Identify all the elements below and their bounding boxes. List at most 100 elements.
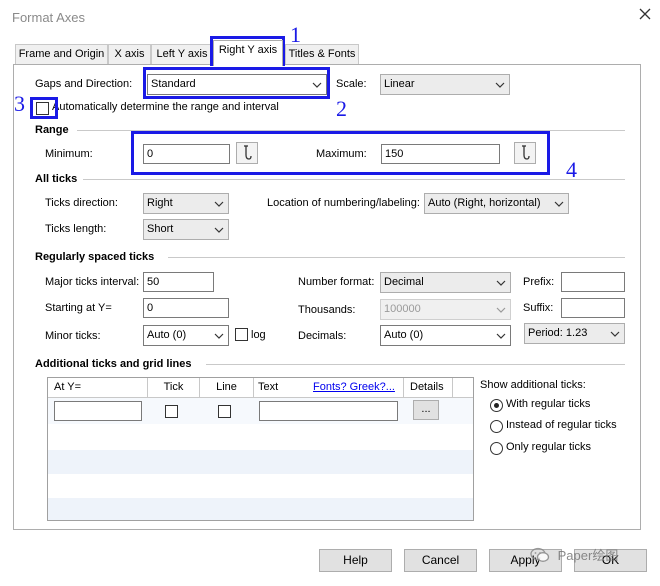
radio-with-regular[interactable]: [490, 399, 503, 412]
suffix-input[interactable]: [561, 298, 625, 318]
scale-select[interactable]: Linear: [380, 74, 510, 95]
line-checkbox[interactable]: [218, 405, 231, 418]
chevron-down-icon: [496, 331, 506, 341]
annotation-box-3: [30, 97, 58, 119]
tab-label: Left Y axis: [156, 48, 208, 60]
details-button[interactable]: ...: [413, 400, 439, 420]
range-heading: Range: [35, 124, 69, 136]
text-input[interactable]: [259, 401, 398, 421]
title-bar: [0, 0, 660, 34]
all-ticks-heading: All ticks: [35, 173, 78, 185]
annotation-number-3: 3: [14, 91, 25, 116]
number-format-label: Number format:: [298, 276, 375, 288]
prefix-label: Prefix:: [523, 276, 555, 288]
prefix-input[interactable]: [561, 272, 625, 292]
ticks-length-value: Short: [147, 223, 174, 235]
scale-value: Linear: [384, 78, 415, 90]
ticks-direction-select[interactable]: Right: [143, 193, 229, 214]
table-row: [48, 498, 473, 520]
table-row: [48, 450, 473, 474]
section-divider: [206, 364, 625, 365]
annotation-number-2: 2: [336, 96, 347, 121]
number-format-value: Decimal: [384, 276, 424, 288]
radio-only-regular[interactable]: [490, 442, 503, 455]
fonts-greek-link[interactable]: Fonts? Greek?...: [313, 378, 395, 397]
tick-checkbox[interactable]: [165, 405, 178, 418]
annotation-number-1: 1: [290, 22, 301, 47]
help-button[interactable]: Help: [319, 549, 392, 572]
tab-label: Titles & Fonts: [288, 48, 356, 60]
text-header-label: Text: [258, 381, 279, 393]
ticks-length-select[interactable]: Short: [143, 219, 229, 240]
show-additional-label: Show additional ticks:: [480, 379, 586, 391]
additional-heading: Additional ticks and grid lines: [35, 358, 192, 370]
suffix-label: Suffix:: [523, 302, 554, 314]
annotation-number-4: 4: [566, 157, 577, 182]
decimals-select[interactable]: Auto (0): [380, 325, 511, 346]
minor-ticks-value: Auto (0): [147, 329, 187, 341]
additional-ticks-grid: At Y= Tick Line Text Fonts? Greek?... De…: [47, 377, 474, 521]
radio-instead-of-regular-label: Instead of regular ticks: [506, 419, 617, 431]
chevron-down-icon: [496, 305, 506, 315]
gaps-label: Gaps and Direction:: [35, 78, 133, 90]
minimum-label: Minimum:: [45, 148, 93, 160]
section-divider: [168, 257, 625, 258]
close-icon[interactable]: [636, 8, 654, 26]
number-format-select[interactable]: Decimal: [380, 272, 511, 293]
section-divider: [83, 179, 625, 180]
minor-ticks-label: Minor ticks:: [45, 330, 101, 342]
radio-with-regular-label: With regular ticks: [506, 398, 591, 410]
log-checkbox[interactable]: [235, 328, 248, 341]
decimals-label: Decimals:: [298, 330, 347, 342]
cancel-button[interactable]: Cancel: [404, 549, 477, 572]
tab-right-y-axis[interactable]: Right Y axis: [213, 40, 283, 66]
radio-instead-of-regular[interactable]: [490, 420, 503, 433]
chevron-down-icon: [554, 199, 564, 209]
minor-ticks-select[interactable]: Auto (0): [143, 325, 229, 346]
regular-ticks-heading: Regularly spaced ticks: [35, 251, 155, 263]
location-value: Auto (Right, horizontal): [428, 197, 541, 209]
ticks-direction-value: Right: [147, 197, 173, 209]
tab-x-axis[interactable]: X axis: [108, 44, 151, 64]
scale-label: Scale:: [336, 78, 367, 90]
column-header-line: Line: [200, 378, 254, 398]
major-interval-label: Major ticks interval:: [45, 276, 140, 288]
tab-label: X axis: [114, 48, 145, 60]
ticks-length-label: Ticks length:: [45, 223, 107, 235]
location-select[interactable]: Auto (Right, horizontal): [424, 193, 569, 214]
starting-at-label: Starting at Y=: [45, 302, 112, 314]
watermark: Paper绘图: [530, 545, 618, 566]
chevron-down-icon: [214, 331, 224, 341]
auto-range-label: Automatically determine the range and in…: [52, 101, 279, 113]
chevron-down-icon: [214, 225, 224, 235]
window-title: Format Axes: [12, 10, 85, 25]
watermark-text: Paper绘图: [557, 548, 619, 563]
major-interval-input[interactable]: 50: [143, 272, 214, 292]
log-label: log: [251, 329, 266, 341]
thousands-value: 100000: [384, 303, 421, 315]
tab-label: Frame and Origin: [18, 48, 105, 60]
tab-frame-and-origin[interactable]: Frame and Origin: [15, 44, 108, 64]
starting-at-input[interactable]: 0: [143, 298, 229, 318]
tab-left-y-axis[interactable]: Left Y axis: [151, 44, 213, 64]
chevron-down-icon: [610, 329, 620, 339]
location-label: Location of numbering/labeling:: [267, 197, 420, 209]
column-header-tick: Tick: [148, 378, 200, 398]
ticks-direction-label: Ticks direction:: [45, 197, 118, 209]
period-select[interactable]: Period: 1.23: [524, 323, 625, 344]
period-value: Period: 1.23: [528, 327, 588, 339]
thousands-select[interactable]: 100000: [380, 299, 511, 320]
tab-label: Right Y axis: [218, 44, 278, 56]
at-y-input[interactable]: [54, 401, 142, 421]
column-header-text: Text Fonts? Greek?...: [254, 378, 404, 398]
thousands-label: Thousands:: [298, 304, 356, 316]
decimals-value: Auto (0): [384, 329, 424, 341]
column-header-details: Details: [404, 378, 453, 398]
annotation-box-4: [131, 131, 550, 175]
chevron-down-icon: [496, 278, 506, 288]
column-header-filler: [453, 378, 473, 398]
wechat-icon: [530, 547, 550, 566]
column-header-at-y: At Y=: [48, 378, 148, 398]
chevron-down-icon: [214, 199, 224, 209]
radio-only-regular-label: Only regular ticks: [506, 441, 591, 453]
